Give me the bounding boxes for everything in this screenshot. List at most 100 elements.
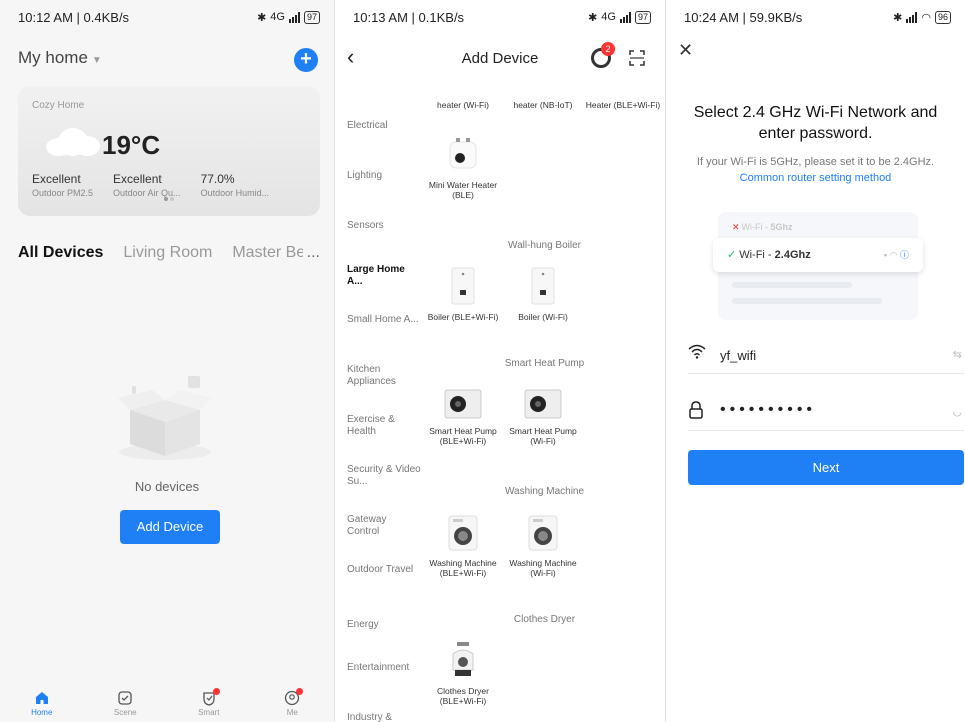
band-hint: If your Wi-Fi is 5GHz, please set it to … (666, 154, 965, 186)
device-tile[interactable]: heater (Wi-Fi) (423, 100, 503, 110)
device-tile[interactable]: heater (NB-IoT) (503, 100, 583, 110)
lock-icon: ▪ (883, 250, 888, 260)
network-label: 4G (270, 11, 285, 23)
category-item[interactable]: Entertainment (347, 662, 421, 674)
status-time: 10:24 AM | 59.9KB/s (684, 9, 803, 25)
category-item[interactable]: Outdoor Travel (347, 564, 421, 576)
water-heater-icon (449, 138, 477, 169)
boiler-icon (451, 267, 475, 305)
category-item[interactable]: Sensors (347, 220, 421, 232)
tab-master-bedroom[interactable]: Master Bec (232, 244, 313, 262)
page-title: Select 2.4 GHz Wi-Fi Network and enter p… (693, 104, 938, 142)
nav-me[interactable]: Me (262, 688, 322, 722)
wifi-icon (688, 344, 706, 359)
category-item[interactable]: Lighting (347, 170, 421, 182)
home-selector[interactable]: My home ▼ (18, 48, 102, 68)
wifi-status-icon: ◠ (921, 11, 931, 24)
more-tabs-button[interactable]: ... (302, 244, 320, 262)
page-dots (18, 188, 320, 206)
notification-dot (212, 688, 220, 695)
scan-qr-icon[interactable] (629, 50, 645, 66)
device-tile[interactable]: Washing Machine (Wi-Fi) (503, 514, 583, 578)
section-header: Smart Heat Pump (504, 358, 585, 369)
heat-pump-icon (444, 389, 482, 419)
scan-badge: 2 (601, 42, 615, 56)
status-bar: 10:13 AM | 0.1KB/s ✱ 4G 97 (335, 0, 665, 34)
device-tile[interactable]: Boiler (Wi-Fi) (503, 266, 583, 322)
wifi-icon: ◠ (889, 250, 898, 260)
password-field[interactable]: •••••••••• ◡ (688, 395, 964, 431)
signal-icon (619, 11, 631, 23)
card-label: Cozy Home (32, 100, 85, 111)
bluetooth-icon: ✱ (257, 11, 267, 24)
wifi-24ghz-row: ✓ Wi-Fi - 2.4Ghz ▪ ◠ ⓘ (713, 238, 923, 272)
nav-home[interactable]: Home (12, 688, 72, 722)
device-tile[interactable]: Smart Heat Pump (BLE+Wi-Fi) (423, 388, 503, 446)
washing-machine-icon (528, 515, 558, 551)
add-device-button[interactable]: Add Device (120, 510, 220, 544)
temperature: 19°C (102, 130, 161, 160)
wifi-band-illustration: ✕ Wi-Fi - 5Ghz ✓ Wi-Fi - 2.4Ghz ▪ ◠ ⓘ (713, 212, 923, 320)
device-tile[interactable]: Washing Machine (BLE+Wi-Fi) (423, 514, 503, 578)
home-title: My home (18, 48, 88, 67)
home-screen: 10:12 AM | 0.4KB/s ✱ 4G 97 My home ▼ + Co… (0, 0, 334, 722)
empty-state-text: No devices (134, 479, 200, 494)
scene-icon (118, 691, 132, 705)
wifi-setup-screen: 10:24 AM | 59.9KB/s ✱ ◠ 96 ✕ Select 2.4 … (665, 0, 965, 722)
signal-icon (288, 11, 300, 23)
network-label: 4G (601, 11, 616, 23)
switch-network-icon[interactable]: ⇆ (953, 348, 962, 361)
washing-machine-icon (448, 515, 478, 551)
wifi-5ghz-row: ✕ Wi-Fi - 5Ghz (732, 222, 793, 232)
cross-icon: ✕ (732, 222, 740, 232)
weather-card[interactable]: Cozy Home 19°C Excellent Outdoor PM2.5 E… (18, 86, 320, 216)
ssid-value: yf_wifi (720, 348, 757, 363)
nav-smart[interactable]: Smart (179, 688, 239, 722)
add-plus-button[interactable]: + (294, 48, 318, 72)
device-tile[interactable]: Smart Heat Pump (Wi-Fi) (503, 388, 583, 446)
info-icon: ⓘ (899, 250, 909, 260)
device-tile[interactable]: Boiler (BLE+Wi-Fi) (423, 266, 503, 322)
status-time: 10:13 AM | 0.1KB/s (353, 9, 465, 25)
status-time: 10:12 AM | 0.4KB/s (18, 9, 130, 25)
battery-indicator: 97 (303, 10, 320, 24)
notification-dot (296, 688, 304, 695)
category-item[interactable]: Industry & (347, 712, 421, 722)
category-item[interactable]: Gateway Control (347, 514, 421, 538)
password-value: •••••••••• (720, 401, 817, 418)
category-item[interactable]: Kitchen Appliances (347, 364, 421, 388)
heat-pump-icon (524, 389, 562, 419)
bluetooth-icon: ✱ (588, 11, 598, 24)
tab-living-room[interactable]: Living Room (123, 244, 212, 262)
signal-icon (906, 11, 918, 23)
toggle-visibility-icon[interactable]: ◡ (952, 405, 962, 418)
category-item[interactable]: Small Home A... (347, 314, 421, 326)
room-tabs: All Devices Living Room Master Bec ... (18, 244, 324, 262)
lock-icon (689, 401, 703, 419)
category-item-active[interactable]: Large Home A... (347, 264, 421, 288)
bottom-nav: Home Scene Smart Me (0, 688, 334, 722)
clothes-dryer-icon (452, 642, 474, 676)
tab-all-devices[interactable]: All Devices (18, 244, 103, 262)
section-header: Washing Machine (504, 486, 585, 497)
category-item[interactable]: Energy (347, 619, 421, 631)
router-settings-link[interactable]: Common router setting method (674, 170, 957, 186)
category-item[interactable]: Exercise & Health (347, 414, 421, 438)
device-tile[interactable]: Heater (BLE+Wi-Fi) (583, 100, 663, 110)
status-bar: 10:24 AM | 59.9KB/s ✱ ◠ 96 (666, 0, 965, 34)
bluetooth-icon: ✱ (893, 11, 903, 24)
battery-indicator: 96 (934, 10, 951, 24)
device-tile-mini-water-heater[interactable]: Mini Water Heater (BLE) (423, 136, 503, 200)
next-button[interactable]: Next (688, 450, 964, 485)
category-item[interactable]: Electrical (347, 120, 421, 132)
device-tile[interactable]: Clothes Dryer (BLE+Wi-Fi) (423, 640, 503, 706)
boiler-icon (531, 267, 555, 305)
nav-scene[interactable]: Scene (95, 688, 155, 722)
add-device-header: ‹ Add Device 2 (335, 40, 665, 76)
status-bar: 10:12 AM | 0.4KB/s ✱ 4G 97 (0, 0, 334, 34)
section-header: Wall-hung Boiler (508, 240, 581, 251)
category-item[interactable]: Security & Video Su... (347, 464, 421, 488)
home-icon (35, 692, 48, 704)
ssid-field[interactable]: yf_wifi ⇆ (688, 338, 964, 374)
close-icon[interactable]: ✕ (678, 40, 693, 61)
